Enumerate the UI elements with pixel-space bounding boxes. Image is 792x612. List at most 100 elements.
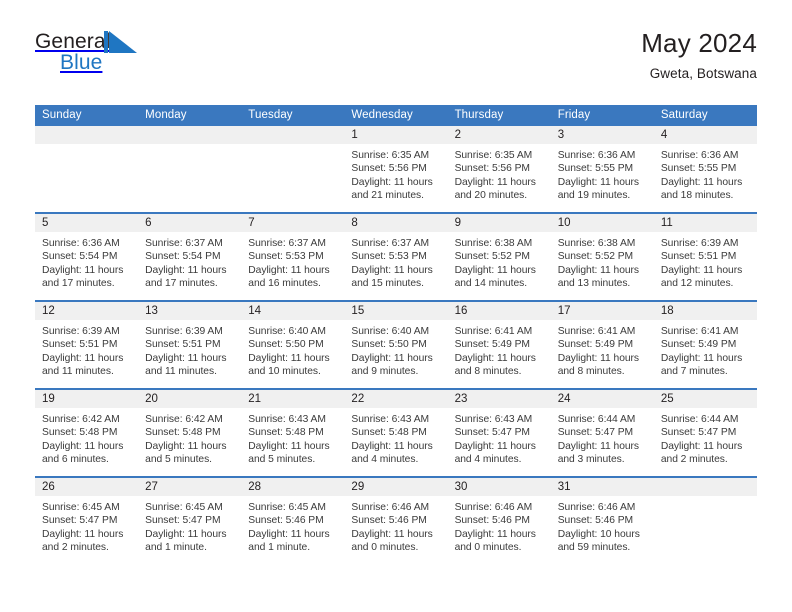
sunrise-text: Sunrise: 6:37 AM [145, 238, 223, 249]
calendar-day-cell[interactable]: 25 Sunrise: 6:44 AM Sunset: 5:47 PM Dayligh… [653, 388, 757, 477]
daylight-text: and 11 minutes. [145, 366, 217, 378]
weekday-header-sunday: Sunday [35, 105, 139, 126]
day-number: 24 [550, 390, 654, 408]
day-number: 10 [550, 214, 654, 232]
calendar-day-cell[interactable]: 23 Sunrise: 6:43 AM Sunset: 5:47 PM Dayligh… [447, 388, 551, 477]
sunset-text: Sunset: 5:46 PM [248, 515, 324, 527]
sunrise-text: Sunrise: 6:41 AM [557, 326, 636, 337]
calendar-day-cell[interactable]: 9 Sunrise: 6:38 AM Sunset: 5:52 PM Daylight… [447, 212, 551, 301]
calendar-day-cell[interactable]: 15 Sunrise: 6:40 AM Sunset: 5:50 PM Dayligh… [344, 300, 448, 389]
daylight-text: Daylight: 11 hours [248, 440, 330, 452]
calendar-day-cell[interactable]: 19 Sunrise: 6:42 AM Sunset: 5:48 PM Dayligh… [35, 388, 139, 477]
calendar-day-cell[interactable]: 20 Sunrise: 6:42 AM Sunset: 5:48 PM Dayligh… [138, 388, 242, 477]
day-number: 26 [35, 478, 139, 496]
day-number: 3 [550, 126, 654, 144]
sunrise-text: Sunrise: 6:44 AM [557, 414, 636, 425]
day-number: 1 [344, 126, 448, 144]
calendar-day-cell[interactable]: 1 Sunrise: 6:35 AM Sunset: 5:56 PM Daylight… [344, 126, 448, 213]
day-cell-inner [241, 126, 345, 212]
calendar-week-row: 5 Sunrise: 6:36 AM Sunset: 5:54 PM Daylight… [35, 212, 757, 301]
sunrise-text: Sunrise: 6:37 AM [248, 238, 326, 249]
calendar-day-cell[interactable]: 22 Sunrise: 6:43 AM Sunset: 5:48 PM Dayligh… [344, 388, 448, 477]
daylight-text: Daylight: 11 hours [351, 176, 433, 188]
day-details: Sunrise: 6:40 AM Sunset: 5:50 PM Daylight:… [241, 320, 344, 379]
day-number: 21 [241, 390, 345, 408]
day-cell-inner: 17 Sunrise: 6:41 AM Sunset: 5:49 PM Dayligh… [550, 302, 654, 388]
sunrise-text: Sunrise: 6:46 AM [454, 502, 533, 513]
day-details: Sunrise: 6:46 AM Sunset: 5:46 PM Daylight:… [448, 496, 551, 555]
day-cell-inner: 28 Sunrise: 6:45 AM Sunset: 5:46 PM Dayligh… [241, 478, 345, 564]
calendar-day-cell[interactable]: 31 Sunrise: 6:46 AM Sunset: 5:46 PM Dayligh… [550, 476, 654, 564]
daylight-text: and 20 minutes. [454, 190, 528, 202]
calendar-day-cell[interactable]: 27 Sunrise: 6:45 AM Sunset: 5:47 PM Dayligh… [138, 476, 242, 564]
calendar-day-cell[interactable]: 10 Sunrise: 6:38 AM Sunset: 5:52 PM Dayligh… [550, 212, 654, 301]
calendar-cell-empty [653, 476, 757, 564]
day-details: Sunrise: 6:38 AM Sunset: 5:52 PM Daylight:… [448, 232, 551, 291]
day-cell-inner [653, 478, 757, 564]
calendar-day-cell[interactable]: 17 Sunrise: 6:41 AM Sunset: 5:49 PM Dayligh… [550, 300, 654, 389]
calendar-day-cell[interactable]: 26 Sunrise: 6:45 AM Sunset: 5:47 PM Dayligh… [35, 476, 139, 564]
daylight-text: Daylight: 11 hours [145, 440, 227, 452]
day-details: Sunrise: 6:41 AM Sunset: 5:49 PM Daylight:… [551, 320, 654, 379]
weekday-header-wednesday: Wednesday [344, 105, 448, 126]
daylight-text: and 19 minutes. [557, 190, 631, 202]
calendar-day-cell[interactable]: 21 Sunrise: 6:43 AM Sunset: 5:48 PM Dayligh… [241, 388, 345, 477]
calendar-day-cell[interactable]: 11 Sunrise: 6:39 AM Sunset: 5:51 PM Dayligh… [653, 212, 757, 301]
calendar-day-cell[interactable]: 3 Sunrise: 6:36 AM Sunset: 5:55 PM Daylight… [550, 126, 654, 213]
calendar-day-cell[interactable]: 6 Sunrise: 6:37 AM Sunset: 5:54 PM Daylight… [138, 212, 242, 301]
calendar-day-cell[interactable]: 29 Sunrise: 6:46 AM Sunset: 5:46 PM Dayligh… [344, 476, 448, 564]
day-number: 19 [35, 390, 139, 408]
calendar-day-cell[interactable]: 30 Sunrise: 6:46 AM Sunset: 5:46 PM Dayligh… [447, 476, 551, 564]
daylight-text: Daylight: 11 hours [351, 264, 433, 276]
daylight-text: and 14 minutes. [454, 278, 528, 290]
day-details: Sunrise: 6:46 AM Sunset: 5:46 PM Daylight:… [344, 496, 447, 555]
calendar-week-row: 12 Sunrise: 6:39 AM Sunset: 5:51 PM Dayligh… [35, 300, 757, 389]
calendar-day-cell[interactable]: 7 Sunrise: 6:37 AM Sunset: 5:53 PM Daylight… [241, 212, 345, 301]
sunrise-text: Sunrise: 6:37 AM [351, 238, 430, 249]
day-cell-inner: 15 Sunrise: 6:40 AM Sunset: 5:50 PM Dayligh… [344, 302, 448, 388]
day-cell-inner: 18 Sunrise: 6:41 AM Sunset: 5:49 PM Dayligh… [653, 302, 757, 388]
calendar-cell-empty [241, 126, 345, 213]
calendar-day-cell[interactable]: 24 Sunrise: 6:44 AM Sunset: 5:47 PM Dayligh… [550, 388, 654, 477]
calendar-day-cell[interactable]: 2 Sunrise: 6:35 AM Sunset: 5:56 PM Daylight… [447, 126, 551, 213]
day-details: Sunrise: 6:39 AM Sunset: 5:51 PM Daylight:… [138, 320, 241, 379]
calendar-day-cell[interactable]: 5 Sunrise: 6:36 AM Sunset: 5:54 PM Daylight… [35, 212, 139, 301]
sunrise-text: Sunrise: 6:36 AM [557, 150, 636, 161]
calendar-day-cell[interactable]: 14 Sunrise: 6:40 AM Sunset: 5:50 PM Dayligh… [241, 300, 345, 389]
daylight-text: and 18 minutes. [660, 190, 734, 202]
day-details: Sunrise: 6:42 AM Sunset: 5:48 PM Daylight:… [35, 408, 138, 467]
day-cell-inner: 19 Sunrise: 6:42 AM Sunset: 5:48 PM Dayligh… [35, 390, 139, 476]
daylight-text: and 0 minutes. [454, 542, 522, 554]
weekday-header-saturday: Saturday [653, 105, 757, 126]
day-cell-inner: 14 Sunrise: 6:40 AM Sunset: 5:50 PM Dayligh… [241, 302, 345, 388]
logo-triangle-icon [104, 31, 137, 53]
weekday-header-tuesday: Tuesday [241, 105, 345, 126]
day-cell-inner: 22 Sunrise: 6:43 AM Sunset: 5:48 PM Dayligh… [344, 390, 448, 476]
sunrise-text: Sunrise: 6:43 AM [248, 414, 326, 425]
calendar-day-cell[interactable]: 18 Sunrise: 6:41 AM Sunset: 5:49 PM Dayligh… [653, 300, 757, 389]
day-details [35, 144, 138, 149]
day-number: 17 [550, 302, 654, 320]
calendar-day-cell[interactable]: 4 Sunrise: 6:36 AM Sunset: 5:55 PM Daylight… [653, 126, 757, 213]
calendar-day-cell[interactable]: 16 Sunrise: 6:41 AM Sunset: 5:49 PM Dayligh… [447, 300, 551, 389]
day-number: 20 [138, 390, 242, 408]
calendar-week-row: 26 Sunrise: 6:45 AM Sunset: 5:47 PM Dayligh… [35, 476, 757, 564]
general-blue-logo[interactable]: General Blue [35, 28, 147, 80]
daylight-text: and 8 minutes. [454, 366, 522, 378]
day-number: 2 [447, 126, 551, 144]
day-number: 28 [241, 478, 345, 496]
day-details: Sunrise: 6:40 AM Sunset: 5:50 PM Daylight:… [344, 320, 447, 379]
sunrise-text: Sunrise: 6:43 AM [454, 414, 533, 425]
day-number: 15 [344, 302, 448, 320]
day-details: Sunrise: 6:37 AM Sunset: 5:53 PM Daylight:… [344, 232, 447, 291]
calendar-day-cell[interactable]: 13 Sunrise: 6:39 AM Sunset: 5:51 PM Dayligh… [138, 300, 242, 389]
calendar-day-cell[interactable]: 12 Sunrise: 6:39 AM Sunset: 5:51 PM Dayligh… [35, 300, 139, 389]
sunset-text: Sunset: 5:47 PM [42, 515, 118, 527]
calendar-day-cell[interactable]: 8 Sunrise: 6:37 AM Sunset: 5:53 PM Daylight… [344, 212, 448, 301]
day-cell-inner: 7 Sunrise: 6:37 AM Sunset: 5:53 PM Daylight… [241, 214, 345, 300]
sunrise-text: Sunrise: 6:38 AM [557, 238, 636, 249]
daylight-text: Daylight: 11 hours [42, 528, 124, 540]
sunrise-text: Sunrise: 6:45 AM [42, 502, 120, 513]
calendar-day-cell[interactable]: 28 Sunrise: 6:45 AM Sunset: 5:46 PM Dayligh… [241, 476, 345, 564]
day-details: Sunrise: 6:35 AM Sunset: 5:56 PM Daylight:… [344, 144, 447, 203]
